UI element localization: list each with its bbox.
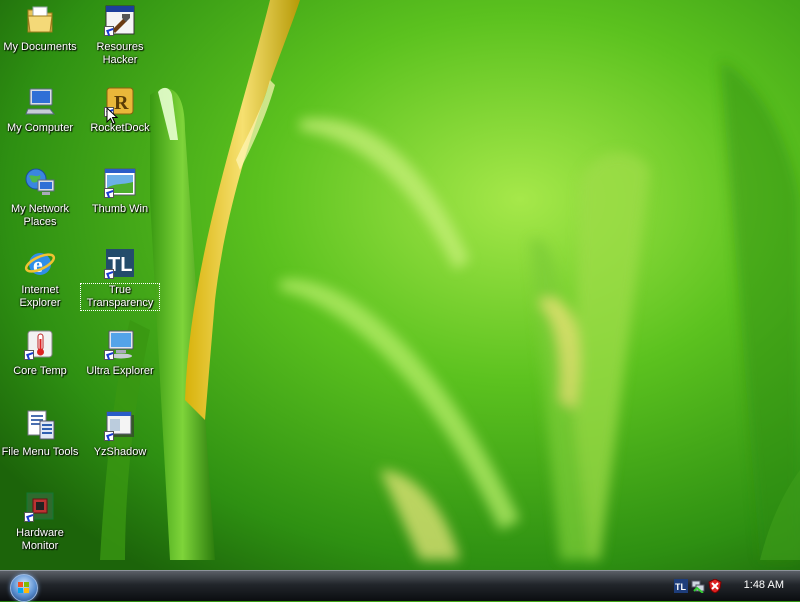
desktop-icon-my-documents[interactable]: My Documents	[0, 2, 80, 80]
internet-explorer-icon: e	[24, 247, 56, 279]
svg-text:TL: TL	[675, 582, 686, 592]
thumb-win-icon	[104, 166, 136, 198]
desktop-icon-ultra-explorer[interactable]: Ultra Explorer	[80, 326, 160, 404]
desktop-icon-my-computer[interactable]: My Computer	[0, 83, 80, 161]
start-button[interactable]	[10, 574, 38, 602]
ultra-explorer-icon	[104, 328, 136, 360]
desktop-icon-label: My Documents	[3, 41, 77, 53]
mouse-cursor-icon	[106, 107, 118, 125]
desktop-icon-label: Resoures Hacker	[96, 41, 144, 66]
desktop-icon-label: True Transparency	[80, 283, 160, 311]
desktop-icon-resoures-hacker[interactable]: Resoures Hacker	[80, 2, 160, 80]
shortcut-arrow-icon	[104, 431, 114, 441]
shortcut-arrow-icon	[104, 350, 114, 360]
my-documents-icon	[24, 4, 56, 36]
network-places-icon	[24, 166, 56, 198]
network-tray-icon[interactable]	[691, 579, 705, 593]
security-tray-icon[interactable]	[708, 579, 722, 593]
desktop-icon-label: My Network Places	[10, 203, 70, 228]
desktop-icon-label: YzShadow	[93, 446, 147, 458]
desktop-icon-internet-explorer[interactable]: e Internet Explorer	[0, 245, 80, 323]
desktop-icon-my-network-places[interactable]: My Network Places	[0, 164, 80, 242]
core-temp-icon	[24, 328, 56, 360]
taskbar-clock[interactable]: 1:48 AM	[744, 579, 784, 591]
desktop-icon-label: RocketDock	[90, 122, 150, 134]
yzshadow-icon	[104, 409, 136, 441]
desktop-icon-rocketdock[interactable]: R RocketDock	[80, 83, 160, 161]
desktop-icon-true-transparency[interactable]: TL True Transparency	[80, 245, 160, 323]
hardware-monitor-icon	[24, 490, 56, 522]
windows-orb-icon	[18, 582, 30, 594]
desktop-icon-thumb-win[interactable]: Thumb Win	[80, 164, 160, 242]
desktop-icon-label: Hardware Monitor	[16, 527, 64, 552]
shortcut-arrow-icon	[24, 512, 34, 522]
true-transparency-tray-icon[interactable]: TL	[674, 579, 688, 593]
shortcut-arrow-icon	[24, 350, 34, 360]
desktop-icon-file-menu-tools[interactable]: File Menu Tools	[0, 407, 80, 485]
desktop-icon-label: My Computer	[6, 122, 74, 134]
desktop-icon-label: Ultra Explorer	[86, 365, 154, 377]
desktop-icon-yzshadow[interactable]: YzShadow	[80, 407, 160, 485]
desktop: My Documents My Computer My Network Plac…	[0, 0, 800, 570]
true-transparency-icon: TL	[104, 247, 136, 279]
taskbar: TL 1:48 AM	[0, 570, 800, 602]
desktop-icon-label: Core Temp	[13, 365, 67, 377]
desktop-icon-label: Internet Explorer	[19, 284, 61, 309]
desktop-icon-label: Thumb Win	[91, 203, 149, 215]
shortcut-arrow-icon	[104, 188, 114, 198]
my-computer-icon	[24, 85, 56, 117]
desktop-icon-hardware-monitor[interactable]: Hardware Monitor	[0, 488, 80, 566]
resource-hacker-icon	[104, 4, 136, 36]
desktop-icon-label: File Menu Tools	[1, 446, 79, 458]
system-tray: TL 1:48 AM	[670, 571, 800, 601]
shortcut-arrow-icon	[104, 269, 114, 279]
file-menu-tools-icon	[24, 409, 56, 441]
shortcut-arrow-icon	[104, 26, 114, 36]
desktop-icon-core-temp[interactable]: Core Temp	[0, 326, 80, 404]
